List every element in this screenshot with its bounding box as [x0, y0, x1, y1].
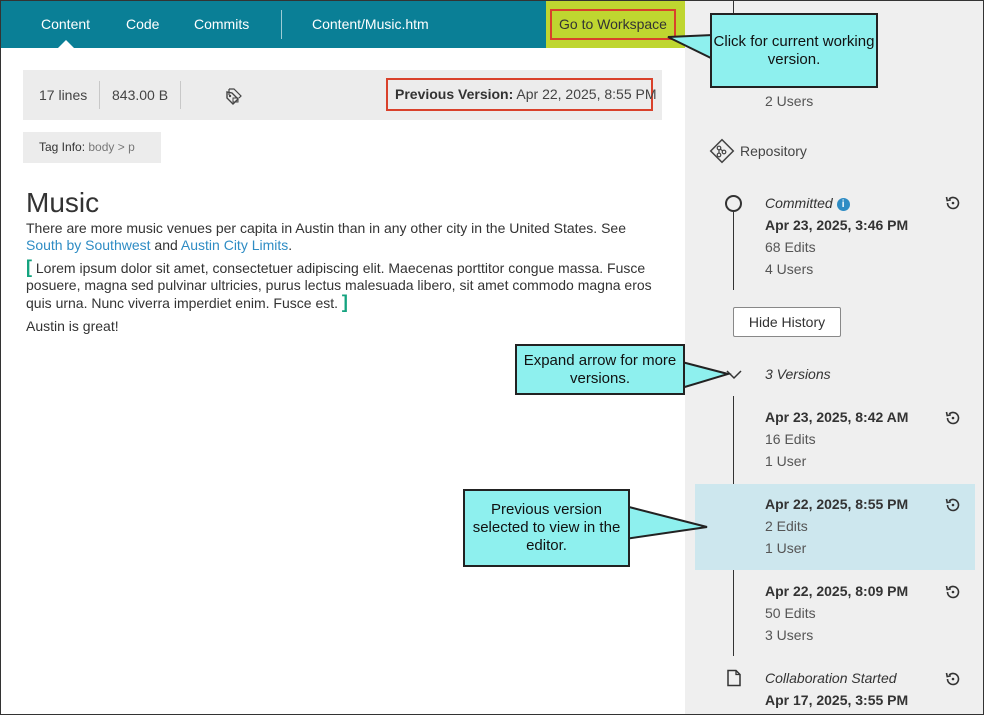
previous-version-indicator: Previous Version: Apr 22, 2025, 8:55 PM [386, 78, 657, 111]
version-edits: 16 Edits [765, 431, 816, 447]
workspace-highlight: Go to Workspace [546, 1, 685, 48]
link-austin-city-limits[interactable]: Austin City Limits [181, 237, 288, 253]
top-users-count: 2 Users [765, 93, 814, 109]
tab-divider [281, 10, 282, 39]
version-users: 1 User [765, 453, 807, 469]
previous-version-date: Apr 22, 2025, 8:55 PM [516, 86, 657, 102]
version-edits: 50 Edits [765, 605, 816, 621]
committed-users: 4 Users [765, 261, 814, 277]
callout-pointer [624, 504, 708, 541]
document-heading: Music [26, 187, 100, 218]
callout-previous-version: Previous version selected to view in the… [463, 489, 630, 567]
paragraph-intro-mid: and [150, 237, 181, 253]
tab-code[interactable]: Code [126, 1, 159, 48]
tag-info: Tag Info: body > p [23, 132, 161, 163]
collaboration-started-date: Apr 17, 2025, 3:55 PM [765, 692, 909, 708]
versions-count-label[interactable]: 3 Versions [765, 366, 831, 382]
restore-icon[interactable] [944, 583, 962, 601]
info-divider [99, 81, 100, 109]
tag-info-label: Tag Info: [39, 140, 86, 154]
file-size: 843.00 B [112, 87, 169, 103]
line-count: 17 lines [39, 87, 88, 103]
restore-icon[interactable] [944, 409, 962, 427]
restore-icon[interactable] [944, 194, 962, 212]
committed-date: Apr 23, 2025, 3:46 PM [765, 217, 909, 233]
repository-label: Repository [740, 143, 807, 159]
app-window: Content Code Commits Content/Music.htm G… [0, 0, 984, 715]
hide-history-button[interactable]: Hide History [733, 307, 841, 337]
file-path-label: Content/Music.htm [312, 16, 429, 32]
repository-icon [709, 138, 735, 164]
callout-expand-arrow: Expand arrow for more versions. [515, 344, 685, 395]
info-divider [180, 81, 181, 109]
version-date: Apr 23, 2025, 8:42 AM [765, 409, 909, 425]
version-users: 1 User [765, 540, 807, 556]
paragraph-lorem: [ Lorem ipsum dolor sit amet, consectetu… [26, 258, 666, 312]
info-icon[interactable]: i [836, 198, 850, 211]
paragraph-lorem-text: Lorem ipsum dolor sit amet, consectetuer… [26, 260, 652, 311]
collaboration-started-label: Collaboration Started [765, 670, 897, 686]
tag-info-path[interactable]: body > p [88, 140, 134, 154]
version-edits: 2 Edits [765, 518, 808, 534]
history-sidebar: 2 Users Repository Committed i Apr 23, 20… [685, 1, 983, 714]
tab-commits[interactable]: Commits [194, 1, 249, 48]
link-south-by-southwest[interactable]: South by Southwest [26, 237, 151, 253]
paragraph-intro-text: There are more music venues per capita i… [26, 220, 626, 236]
active-tab-indicator [58, 40, 74, 48]
previous-version-label: Previous Version: [395, 86, 514, 102]
version-date: Apr 22, 2025, 8:55 PM [765, 496, 909, 512]
paragraph-austin: Austin is great! [26, 318, 119, 334]
tags-icon[interactable] [225, 87, 243, 105]
document-icon [727, 669, 741, 687]
committed-label-text: Committed [765, 195, 833, 211]
restore-icon[interactable] [944, 496, 962, 514]
callout-pointer [677, 359, 732, 391]
paragraph-intro-end: . [288, 237, 293, 253]
document-content[interactable]: Music There are more music venues per ca… [26, 186, 666, 335]
version-users: 3 Users [765, 627, 814, 643]
committed-label: Committed i [765, 195, 850, 211]
committed-edits: 68 Edits [765, 239, 816, 255]
close-bracket-marker: ] [341, 292, 348, 312]
restore-icon[interactable] [944, 670, 962, 688]
version-date: Apr 22, 2025, 8:09 PM [765, 583, 909, 599]
commit-node-icon [725, 195, 742, 212]
callout-workspace: Click for current working version. [710, 13, 878, 88]
go-to-workspace-button[interactable]: Go to Workspace [550, 9, 676, 40]
paragraph-intro: There are more music venues per capita i… [26, 220, 666, 254]
timeline-line [733, 212, 734, 290]
